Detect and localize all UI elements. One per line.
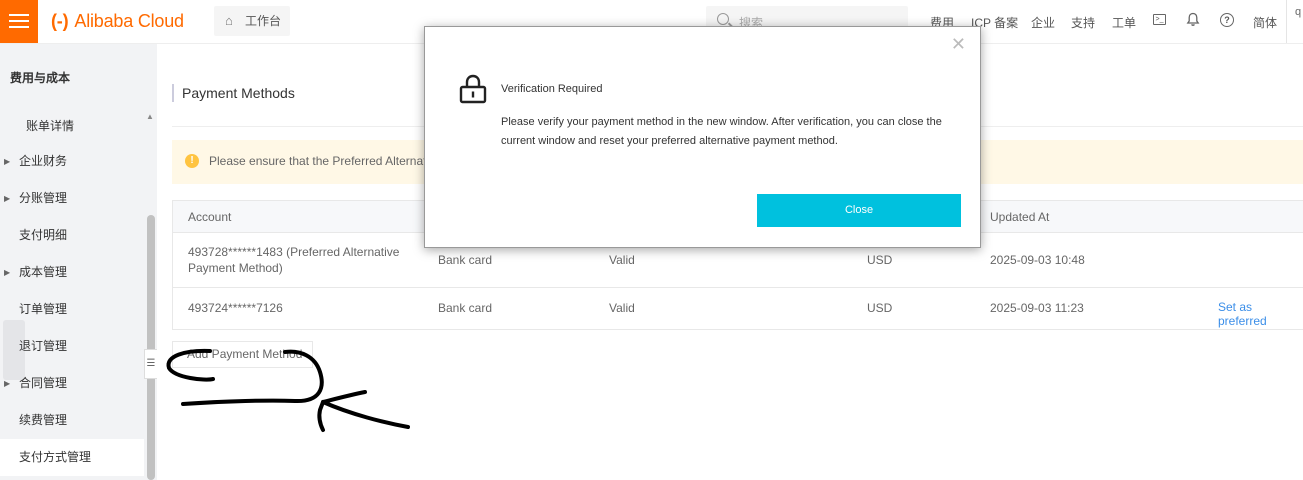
updated-at-cell: 2025-09-03 10:48 <box>990 253 1085 267</box>
user-account[interactable]: q <box>1295 6 1301 18</box>
account-cell: 493728******1483 (Preferred Alternative … <box>188 244 418 276</box>
language-switch[interactable]: 简体 <box>1253 14 1277 31</box>
sidebar-menu: 账单详情 ▶ 企业财务 ▶ 分账管理 支付明细 ▶ 成本管理 订单管理 退订管理… <box>0 108 144 480</box>
type-cell: Bank card <box>438 301 493 315</box>
sidebar-item-label: 企业财务 <box>19 154 68 168</box>
warning-icon: ! <box>185 154 199 168</box>
sidebar-item-split-billing[interactable]: ▶ 分账管理 <box>0 180 144 217</box>
menu-line <box>9 20 29 22</box>
sidebar-item-label: 订单管理 <box>19 302 68 316</box>
currency-cell: USD <box>867 253 893 267</box>
chevron-right-icon: ▶ <box>4 157 11 166</box>
status-cell: Valid <box>609 301 635 315</box>
page-title: Payment Methods <box>172 84 295 102</box>
nav-link-support[interactable]: 支持 <box>1071 14 1095 31</box>
sidebar-title: 费用与成本 <box>10 71 71 85</box>
sidebar-item-renewals[interactable]: 续费管理 <box>0 402 144 439</box>
close-button[interactable]: Close <box>757 194 961 227</box>
sidebar-item-orders[interactable]: 订单管理 <box>0 291 144 328</box>
dialog-title: Verification Required <box>501 83 603 95</box>
sidebar-item-label: 账单详情 <box>26 119 75 133</box>
sidebar-scroll-thumb[interactable] <box>147 215 155 480</box>
sidebar-item-label: 分账管理 <box>19 191 68 205</box>
menu-line <box>9 14 29 16</box>
set-as-preferred-link[interactable]: Set as preferred <box>1218 300 1303 328</box>
logo-mark-icon: (-) <box>51 11 69 31</box>
sidebar-item-payment-methods[interactable]: 支付方式管理 <box>0 439 144 476</box>
sidebar: 费用与成本 账单详情 ▶ 企业财务 ▶ 分账管理 支付明细 ▶ 成本管理 订单管… <box>0 44 158 480</box>
account-note: Payment Method) <box>188 261 283 275</box>
nav-link-ticket[interactable]: 工单 <box>1112 14 1136 31</box>
hamburger-menu-button[interactable] <box>0 0 38 43</box>
sidebar-item-unsubscribe[interactable]: 退订管理 <box>0 328 144 365</box>
verification-dialog: ✕ Verification Required Please verify yo… <box>424 26 981 248</box>
account-number: 493728******1483 (Preferred Alternative <box>188 245 400 259</box>
menu-line <box>9 26 29 28</box>
table-row: 493724******7126 Bank card Valid USD 202… <box>173 288 1303 328</box>
chevron-right-icon: ▶ <box>4 268 11 277</box>
workbench-button[interactable]: ⌂ 工作台 <box>214 6 290 36</box>
sidebar-item-label: 退订管理 <box>19 339 68 353</box>
chevron-right-icon: ▶ <box>4 194 11 203</box>
workbench-label: 工作台 <box>245 14 282 28</box>
hand-drawn-annotation <box>166 348 410 432</box>
sidebar-item-contracts[interactable]: ▶ 合同管理 <box>0 365 144 402</box>
sidebar-item-enterprise-finance[interactable]: ▶ 企业财务 <box>0 143 144 180</box>
dialog-message: Please verify your payment method in the… <box>501 116 942 147</box>
sidebar-item-label: 支付方式管理 <box>19 450 92 464</box>
logo-text: Alibaba Cloud <box>74 11 184 31</box>
lock-icon <box>459 74 487 104</box>
sidebar-item-label: 续费管理 <box>19 413 68 427</box>
nav-link-enterprise[interactable]: 企业 <box>1031 14 1055 31</box>
sidebar-item-label: 支付明细 <box>19 228 68 242</box>
type-cell: Bank card <box>438 253 493 267</box>
sidebar-item-cost-management[interactable]: ▶ 成本管理 <box>0 254 144 291</box>
alert-text: Please ensure that the Preferred Alterna… <box>209 154 436 168</box>
status-cell: Valid <box>609 253 635 267</box>
currency-cell: USD <box>867 301 893 315</box>
column-header-updated-at: Updated At <box>990 210 1050 224</box>
sidebar-item-bill-details[interactable]: 账单详情 <box>0 108 144 145</box>
close-icon[interactable]: ✕ <box>951 35 966 53</box>
column-header-account: Account <box>188 210 232 224</box>
help-icon[interactable]: ? <box>1220 13 1234 27</box>
divider <box>1286 0 1287 43</box>
sidebar-item-label: 成本管理 <box>19 265 68 279</box>
chevron-right-icon: ▶ <box>4 379 11 388</box>
sidebar-item-payment-details[interactable]: 支付明细 <box>0 217 144 254</box>
updated-at-cell: 2025-09-03 11:23 <box>990 301 1084 315</box>
scroll-up-icon[interactable]: ▲ <box>146 112 154 121</box>
home-icon: ⌂ <box>225 13 233 28</box>
account-cell: 493724******7126 <box>188 301 283 315</box>
bell-icon[interactable] <box>1185 12 1201 28</box>
terminal-icon[interactable]: >_ <box>1153 14 1166 25</box>
sidebar-item-label: 合同管理 <box>19 376 68 390</box>
alibaba-cloud-logo[interactable]: (-) Alibaba Cloud <box>51 11 184 32</box>
search-icon <box>717 13 729 25</box>
